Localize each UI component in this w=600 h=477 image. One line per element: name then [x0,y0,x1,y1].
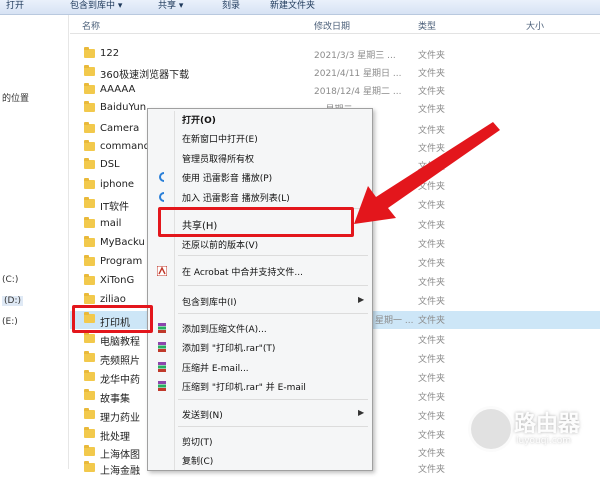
menu-item-play-xunlei[interactable]: 使用 迅雷影音 播放(P) [148,169,372,185]
file-row[interactable]: 360极速浏览器下载 2021/4/11 星期日 ... 文件夹 [70,64,600,81]
folder-icon [84,389,95,400]
folder-icon [84,65,95,76]
xunlei-playlist-icon [159,192,165,202]
toolbar-share-button[interactable]: 共享 ▾ [158,0,183,12]
folder-icon [84,140,95,151]
menu-item-include-library[interactable]: 包含到库中(I) ▶ [148,293,372,309]
menu-item-compress-rar-email[interactable]: 压缩到 "打印机.rar" 并 E-mail [148,378,372,394]
folder-icon [84,83,95,94]
folder-icon [84,332,95,343]
menu-item-cut[interactable]: 剪切(T) [148,433,372,449]
luyouqi-watermark: 路由器 luyouqi.com [468,406,598,456]
winrar-icon [158,323,166,333]
red-arrow-icon [354,122,500,224]
xunlei-player-icon [159,172,165,182]
column-name-header[interactable]: 名称 [82,19,100,32]
menu-item-add-rar[interactable]: 添加到 "打印机.rar"(T) [148,339,372,355]
menu-item-acrobat-combine[interactable]: 在 Acrobat 中合并支持文件... [148,263,372,279]
toolbar-open-button[interactable]: 打开 [6,0,24,12]
winrar-icon [158,381,166,391]
acrobat-icon [157,266,167,276]
menu-item-add-xunlei-playlist[interactable]: 加入 迅雷影音 播放列表(L) [148,189,372,205]
folder-icon [84,274,95,285]
menu-separator [178,285,368,286]
folder-icon [84,236,95,247]
nav-drive-c[interactable]: (C:) [2,275,18,285]
toolbar-include-library-button[interactable]: 包含到库中 ▾ [70,0,122,12]
column-size-header[interactable]: 大小 [526,19,544,32]
folder-icon [84,217,95,228]
folder-icon [84,370,95,381]
file-row[interactable]: 122 2021/3/3 星期三 ... 文件夹 [70,46,600,63]
folder-icon [84,101,95,112]
toolbar-burn-button[interactable]: 刻录 [222,0,240,12]
folder-icon [84,427,95,438]
column-date-header[interactable]: 修改日期 [314,19,350,32]
menu-item-compress-email[interactable]: 压缩并 E-mail... [148,359,372,375]
menu-item-add-archive[interactable]: 添加到压缩文件(A)... [148,320,372,336]
folder-icon [84,293,95,304]
folder-icon [84,47,95,58]
winrar-icon [158,342,166,352]
folder-icon [84,255,95,266]
menu-separator [178,255,368,256]
nav-drive-e[interactable]: (E:) [2,317,18,327]
folder-icon [84,408,95,419]
share-highlight-box [158,207,354,237]
nav-recent-locations[interactable]: 的位置 [2,91,29,104]
folder-icon [84,461,95,472]
submenu-arrow-icon: ▶ [358,295,365,304]
menu-separator [178,426,368,427]
folder-icon [84,122,95,133]
printer-folder-highlight-box [72,305,153,333]
menu-item-send-to[interactable]: 发送到(N) ▶ [148,406,372,422]
menu-separator [178,399,368,400]
submenu-arrow-icon: ▶ [358,408,365,417]
menu-item-copy[interactable]: 复制(C) [148,452,372,468]
nav-drive-d[interactable]: (D:) [2,296,23,306]
folder-icon [84,197,95,208]
router-logo-icon [468,406,514,452]
menu-item-open-new-window[interactable]: 在新窗口中打开(E) [148,130,372,146]
navigation-pane: 的位置 (C:) (D:) (E:) [0,15,69,469]
folder-icon [84,351,95,362]
column-type-header[interactable]: 类型 [418,19,436,32]
file-list-header: 名称 修改日期 类型 大小 [70,15,600,34]
menu-item-restore-previous[interactable]: 还原以前的版本(V) [148,236,372,252]
winrar-icon [158,362,166,372]
menu-separator [178,313,368,314]
menu-item-take-ownership[interactable]: 管理员取得所有权 [148,150,372,166]
folder-icon [84,158,95,169]
menu-item-open[interactable]: 打开(O) [148,111,372,127]
folder-icon [84,445,95,456]
explorer-toolbar: 打开 包含到库中 ▾ 共享 ▾ 刻录 新建文件夹 [0,0,600,15]
folder-icon [84,178,95,189]
toolbar-new-folder-button[interactable]: 新建文件夹 [270,0,315,12]
file-row[interactable]: AAAAA 2018/12/4 星期二 ... 文件夹 [70,82,600,99]
